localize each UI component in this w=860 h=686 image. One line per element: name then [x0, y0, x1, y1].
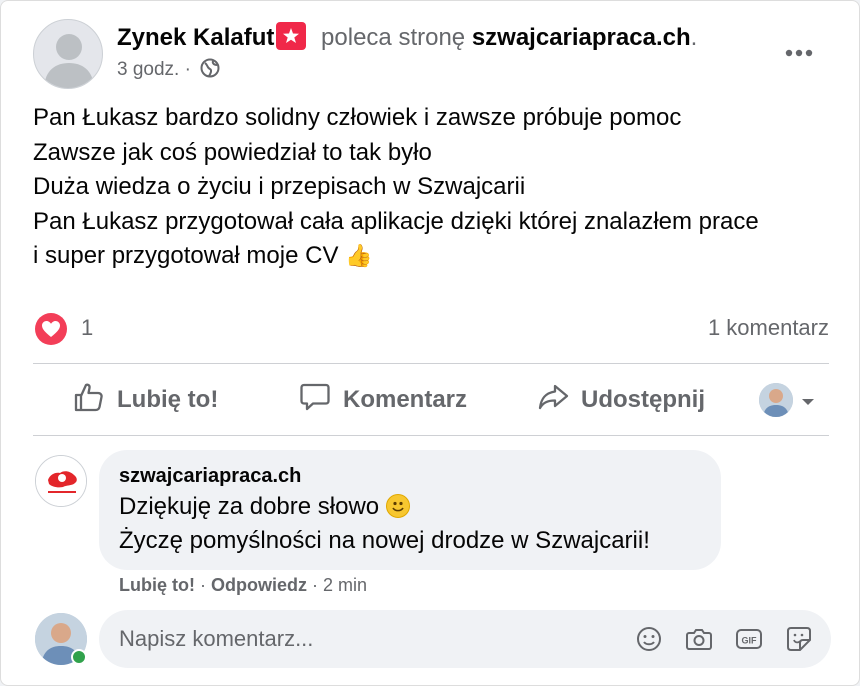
share-label: Udostępnij: [581, 386, 705, 413]
reaction-count[interactable]: 1: [81, 315, 93, 341]
post-line: Zawsze jak coś powiedział to tak było: [33, 138, 432, 166]
online-status-dot: [71, 649, 87, 665]
sticker-icon[interactable]: [785, 625, 813, 653]
separator-dot: ·: [200, 575, 206, 595]
globe-icon: [200, 58, 220, 86]
divider: [33, 363, 829, 364]
post-line: Pan Łukasz przygotował cała aplikacje dz…: [33, 207, 759, 235]
page-avatar[interactable]: [35, 455, 87, 507]
post-line: Pan Łukasz bardzo solidny człowiek i zaw…: [33, 104, 682, 131]
share-button[interactable]: Udostępnij: [537, 367, 705, 433]
like-button[interactable]: Lubię to!: [73, 367, 218, 433]
comment-button[interactable]: Komentarz: [299, 367, 467, 433]
author-name[interactable]: Zynek Kalafut: [117, 24, 274, 51]
comment-author[interactable]: szwajcariapraca.ch: [119, 462, 701, 490]
user-avatar-small: [759, 383, 793, 417]
share-arrow-icon: [537, 381, 581, 420]
comment-composer: GIF: [99, 610, 831, 668]
smile-emoji: [385, 494, 410, 518]
comment-input[interactable]: [119, 624, 619, 654]
post-body: Pan Łukasz bardzo solidny człowiek i zaw…: [33, 101, 839, 274]
comment-label: Komentarz: [343, 386, 468, 413]
emoji-icon[interactable]: [635, 625, 663, 653]
chevron-down-icon: [801, 386, 827, 414]
divider: [33, 435, 829, 436]
comment-meta: Lubię to! · Odpowiedz · 2 min: [119, 575, 367, 596]
post-card: Zynek Kalafut poleca stronę szwajcariapr…: [0, 0, 860, 686]
post-actions: Lubię to! Komentarz Udostępnij: [33, 367, 829, 433]
period: .: [690, 24, 698, 51]
profile-selector[interactable]: [759, 367, 827, 433]
post-line: Duża wiedza o życiu i przepisach w Szwaj…: [33, 173, 526, 200]
heart-reaction-icon[interactable]: [35, 313, 67, 345]
like-label: Lubię to!: [117, 386, 219, 413]
comment-bubble: szwajcariapraca.ch Dziękuję za dobre sło…: [99, 450, 721, 570]
comment-reply-link[interactable]: Odpowiedz: [211, 575, 307, 595]
comment-line: Życzę pomyślności na nowej drodze w Szwa…: [119, 527, 650, 554]
comment-line: Dziękuję za dobre słowo: [119, 493, 380, 520]
recommended-page-link[interactable]: szwajcariapraca.ch: [472, 24, 691, 51]
gif-icon[interactable]: GIF: [735, 625, 763, 653]
comment-time[interactable]: 2 min: [323, 575, 367, 595]
post-line: i super przygotował moje CV: [33, 242, 339, 269]
svg-text:GIF: GIF: [742, 636, 758, 646]
speech-bubble-icon: [299, 381, 343, 420]
separator-dot: ·: [312, 575, 319, 595]
more-dots-icon[interactable]: [781, 35, 817, 71]
comment-count[interactable]: 1 komentarz: [708, 315, 829, 341]
author-avatar[interactable]: [33, 19, 103, 89]
thumbs-up-icon: [73, 381, 117, 420]
post-timestamp[interactable]: 3 godz.: [117, 59, 179, 80]
recommend-star-icon: [276, 22, 307, 50]
recommend-action-text: poleca stronę: [321, 24, 466, 51]
camera-icon[interactable]: [685, 625, 713, 653]
post-stats: 1 1 komentarz: [33, 311, 829, 347]
thumbs-up-emoji: 👍: [345, 243, 373, 268]
comment-like-link[interactable]: Lubię to!: [119, 575, 195, 595]
post-header: Zynek Kalafut poleca stronę szwajcariapr…: [33, 19, 839, 89]
separator-dot: ·: [184, 59, 191, 80]
